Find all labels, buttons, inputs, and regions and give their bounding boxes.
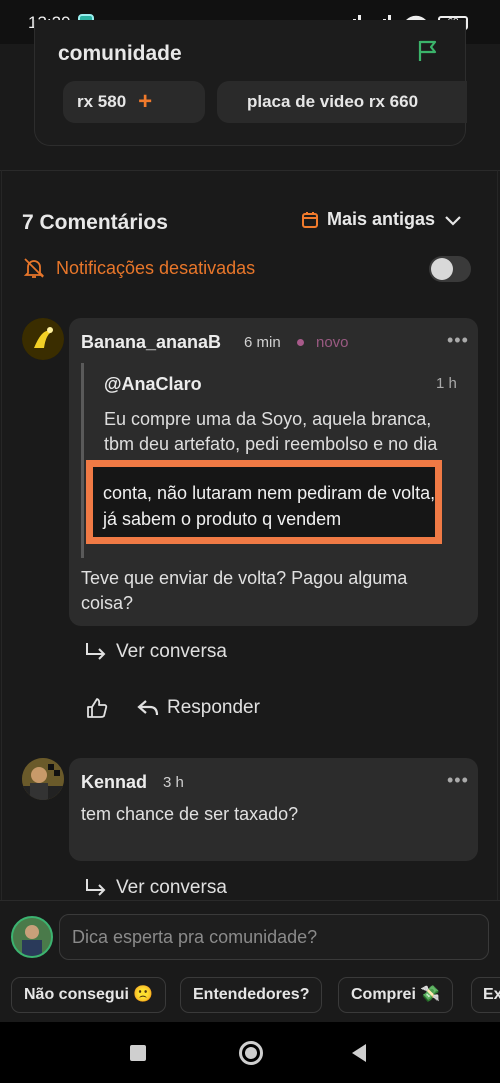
system-nav-bar — [0, 1022, 500, 1083]
quote-time: 1 h — [436, 375, 457, 392]
add-icon[interactable]: + — [138, 88, 152, 115]
divider — [497, 170, 498, 900]
back-button[interactable] — [352, 1044, 366, 1062]
comment-text: Teve que enviar de volta? Pagou alguma c… — [81, 568, 408, 613]
chevron-down-icon — [445, 215, 461, 226]
user-avatar — [11, 916, 53, 958]
comment-time: 6 min — [244, 334, 281, 351]
highlight-box: conta, não lutaram nem pediram de volta,… — [86, 460, 442, 544]
new-badge: novo — [316, 334, 349, 351]
reply-icon — [137, 700, 159, 716]
comment-input[interactable]: Dica esperta pra comunidade? — [59, 914, 489, 960]
thumbs-up-icon — [87, 698, 108, 718]
view-conversation-link[interactable]: Ver conversa — [84, 877, 227, 899]
calendar-icon — [302, 211, 318, 228]
comment-time: 3 h — [163, 774, 184, 791]
flag-icon[interactable] — [415, 38, 441, 64]
home-button[interactable] — [239, 1041, 263, 1065]
comments-count: 7 Comentários — [22, 211, 168, 234]
quick-reply-chip[interactable]: Ex — [471, 977, 500, 1013]
notifications-label: Notificações desativadas — [56, 257, 256, 278]
tag-chip-rx580[interactable]: rx 580 + — [63, 81, 205, 123]
reply-arrow-icon — [86, 643, 106, 660]
tag-label: rx 580 — [77, 92, 127, 111]
divider — [0, 170, 500, 171]
toggle-knob — [431, 258, 453, 280]
reply-button[interactable]: Responder — [137, 697, 260, 719]
quick-reply-chip[interactable]: Não consegui 🙁 — [11, 977, 167, 1013]
sort-dropdown[interactable]: Mais antigas — [301, 209, 463, 230]
like-button[interactable] — [86, 697, 108, 719]
more-options-icon[interactable]: ••• — [447, 770, 469, 791]
avatar[interactable] — [22, 318, 64, 360]
view-conversation-label: Ver conversa — [116, 641, 227, 662]
divider — [1, 170, 2, 900]
quick-reply-chip[interactable]: Comprei 💸 — [338, 977, 454, 1013]
comment-username[interactable]: Kennad — [81, 772, 147, 793]
sort-label: Mais antigas — [327, 209, 436, 229]
quick-reply-chip[interactable]: Entendedores? — [180, 977, 323, 1013]
tag-chip-placa[interactable]: placa de video rx 660 — [217, 81, 467, 123]
tag-label: placa de video rx 660 — [247, 92, 419, 111]
quote-username: @AnaClaro — [104, 374, 202, 394]
view-conversation-link[interactable]: Ver conversa — [84, 641, 227, 663]
new-dot-icon — [297, 339, 304, 346]
comment-username[interactable]: Banana_ananaB — [81, 332, 221, 353]
view-conversation-label: Ver conversa — [116, 877, 227, 898]
community-card: comunidade rx 580 + placa de video rx 660 — [34, 20, 467, 146]
avatar[interactable] — [22, 758, 64, 800]
comment-text: tem chance de ser taxado? — [81, 804, 299, 824]
recents-button[interactable] — [130, 1045, 146, 1061]
bell-off-icon — [23, 258, 45, 278]
notifications-row: Notificações desativadas — [22, 256, 255, 280]
more-options-icon[interactable]: ••• — [447, 330, 469, 351]
card-title: comunidade — [58, 42, 182, 65]
highlighted-text: conta, não lutaram nem pediram de volta,… — [103, 483, 436, 529]
notifications-toggle[interactable] — [429, 256, 471, 282]
reply-label: Responder — [167, 697, 260, 718]
comment-composer: Dica esperta pra comunidade? Não consegu… — [0, 900, 500, 1020]
reply-arrow-icon — [86, 879, 106, 896]
